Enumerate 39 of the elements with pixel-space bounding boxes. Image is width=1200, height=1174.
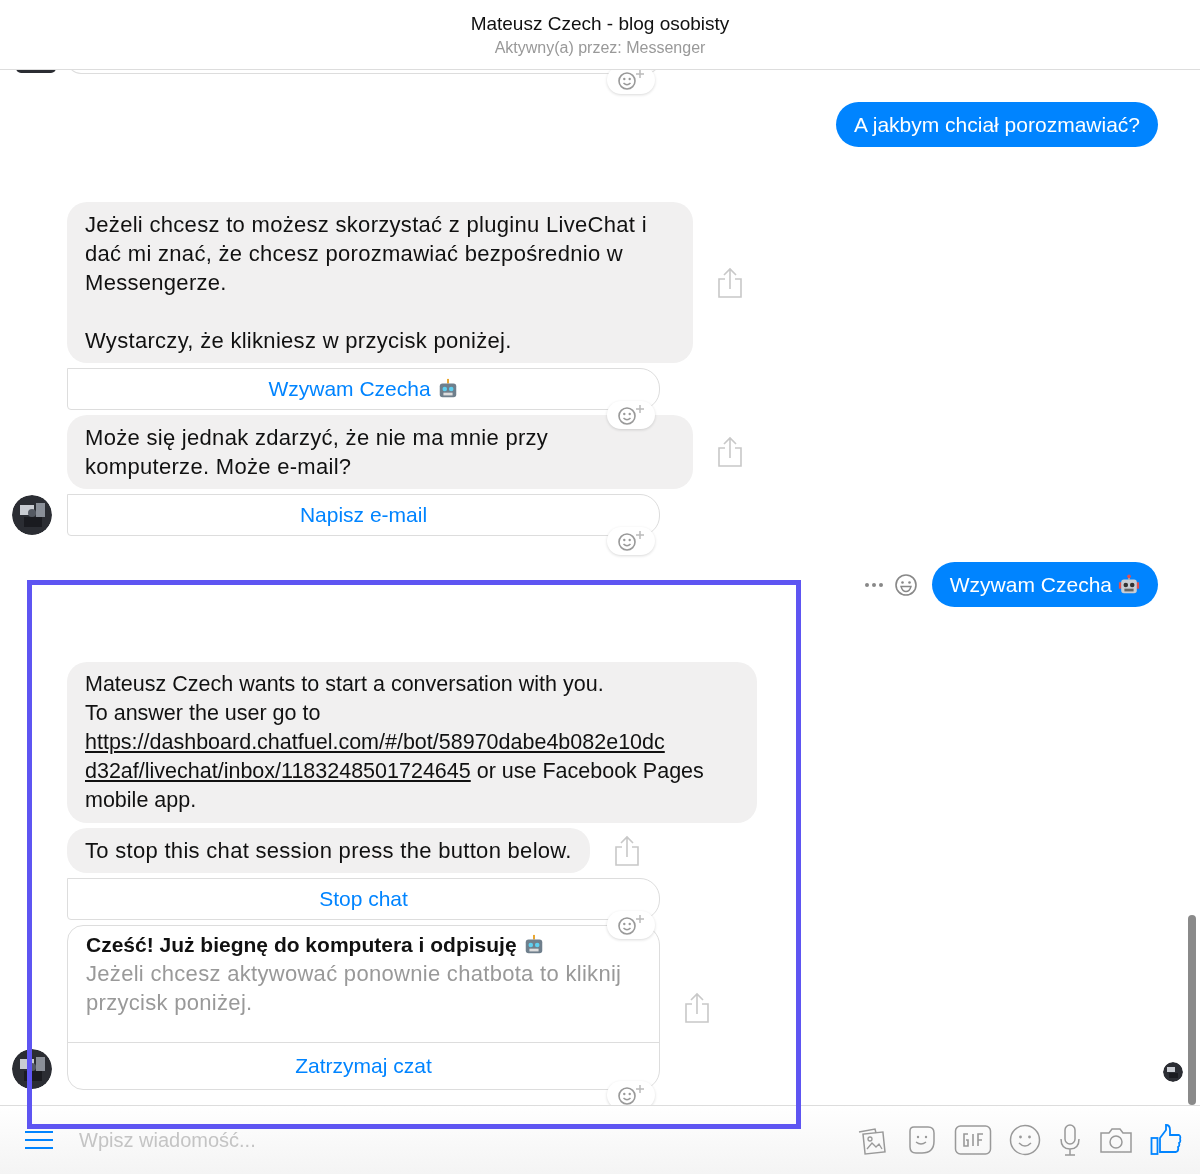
message-text: Wzywam Czecha	[949, 572, 1112, 598]
menu-icon[interactable]	[25, 1131, 53, 1149]
link[interactable]: d32af/livechat/inbox/1183248501724645	[85, 759, 471, 783]
quick-reply-button[interactable]: Napisz e-mail	[67, 494, 660, 536]
reaction-button[interactable]	[607, 401, 655, 429]
emoji-icon[interactable]	[893, 572, 918, 597]
card-title: Cześć! Już biegnę do komputera i odpisuję	[86, 932, 517, 958]
share-icon[interactable]	[613, 834, 640, 867]
emoji-icon[interactable]	[1009, 1124, 1041, 1156]
reaction-button[interactable]	[607, 527, 655, 555]
share-icon[interactable]	[717, 436, 743, 468]
card-subtitle: Jeżeli chcesz aktywować ponownie chatbota to kliknij przycisk poniżej.	[86, 960, 623, 1017]
add-reaction-icon	[616, 530, 646, 552]
chat-subtitle: Aktywny(a) przez: Messenger	[494, 38, 706, 57]
add-reaction-icon	[616, 1084, 646, 1105]
read-receipt-avatar	[1163, 1062, 1183, 1082]
gif-icon[interactable]	[954, 1124, 992, 1156]
message-text: Jeżeli chcesz to możesz skorzystać z pluginu LiveChat i dać mi znać, że chcesz porozmawiać bezpośrednio w Messengerze. Wystarczy, że klikniesz w przycisk poniżej.	[85, 212, 647, 353]
reaction-button[interactable]	[607, 911, 655, 939]
message-text: To stop this chat session press the button below.	[85, 838, 572, 863]
more-icon[interactable]	[863, 581, 884, 588]
share-icon[interactable]	[684, 991, 710, 1024]
chat-title: Mateusz Czech - blog osobisty	[470, 12, 730, 35]
microphone-icon[interactable]	[1058, 1124, 1082, 1156]
add-reaction-icon	[616, 404, 646, 426]
reaction-button[interactable]	[607, 70, 655, 94]
camera-icon[interactable]	[1099, 1126, 1133, 1154]
message-text: Może się jednak zdarzyć, że nie ma mnie przy komputerze. Może e-mail?	[85, 425, 549, 479]
add-reaction-icon	[616, 70, 646, 91]
like-icon[interactable]	[1150, 1124, 1182, 1156]
link[interactable]: https://dashboard.chatfuel.com/#/bot/58970dabe4b082e10dc	[85, 730, 665, 754]
add-reaction-icon	[616, 914, 646, 936]
quick-reply-button[interactable]: Wzywam Czecha	[67, 368, 660, 410]
message-text: Mateusz Czech wants to start a conversation with you. To answer the user go to https://dashboard.chatfuel.com/#/bot/58970dabe4b082e10dc d32af/livechat/inbox/1183248501724645 or use Facebook Pages mobile app.	[85, 672, 704, 812]
message-text: A jakbym chciał porozmawiać?	[854, 112, 1140, 138]
quick-reply-button[interactable]: Stop chat	[67, 878, 660, 920]
scrollbar[interactable]	[1188, 915, 1196, 1105]
share-icon[interactable]	[717, 266, 743, 299]
reaction-button[interactable]	[607, 1081, 655, 1105]
